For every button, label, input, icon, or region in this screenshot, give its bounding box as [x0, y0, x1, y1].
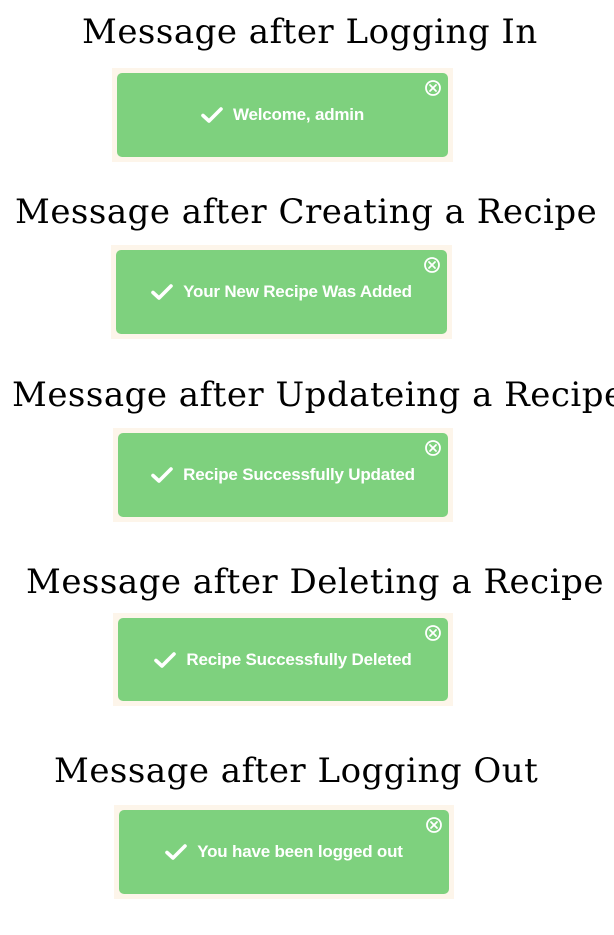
check-icon — [201, 107, 223, 123]
toast-frame-logout: You have been logged out — [114, 805, 454, 899]
close-circle-icon[interactable] — [424, 439, 442, 457]
check-icon — [154, 651, 177, 668]
close-circle-icon[interactable] — [424, 624, 442, 642]
check-icon — [165, 844, 188, 860]
close-circle-icon[interactable] — [423, 256, 441, 274]
toast-content: Your New Recipe Was Added — [116, 282, 447, 302]
success-toast-create: Your New Recipe Was Added — [116, 250, 447, 334]
check-icon — [151, 467, 173, 483]
toast-message: Recipe Successfully Updated — [183, 465, 415, 484]
check-icon — [151, 284, 173, 300]
close-circle-icon[interactable] — [425, 816, 443, 834]
toast-content: Recipe Successfully Updated — [118, 465, 448, 485]
success-toast-update: Recipe Successfully Updated — [118, 433, 448, 517]
section-heading-update: Message after Updateing a Recipe — [12, 375, 614, 415]
toast-message: You have been logged out — [197, 842, 403, 861]
toast-frame-delete: Recipe Successfully Deleted — [113, 613, 453, 706]
toast-message: Your New Recipe Was Added — [183, 282, 412, 301]
toast-frame-create: Your New Recipe Was Added — [111, 245, 452, 339]
section-heading-login: Message after Logging In — [82, 12, 538, 52]
section-heading-create: Message after Creating a Recipe — [15, 192, 598, 232]
toast-content: Welcome, admin — [117, 105, 448, 125]
success-toast-logout: You have been logged out — [119, 810, 449, 894]
toast-content: You have been logged out — [119, 842, 449, 862]
toast-message: Welcome, admin — [232, 105, 365, 124]
toast-message: Recipe Successfully Deleted — [186, 649, 412, 669]
section-heading-logout: Message after Logging Out — [54, 751, 539, 791]
toast-frame-login: Welcome, admin — [112, 68, 453, 162]
toast-content: Recipe Successfully Deleted — [118, 650, 448, 670]
toast-frame-update: Recipe Successfully Updated — [113, 428, 453, 522]
close-circle-icon[interactable] — [424, 79, 442, 97]
success-toast-login: Welcome, admin — [117, 73, 448, 157]
success-toast-delete: Recipe Successfully Deleted — [118, 618, 448, 701]
section-heading-delete: Message after Deleting a Recipe — [26, 562, 604, 602]
